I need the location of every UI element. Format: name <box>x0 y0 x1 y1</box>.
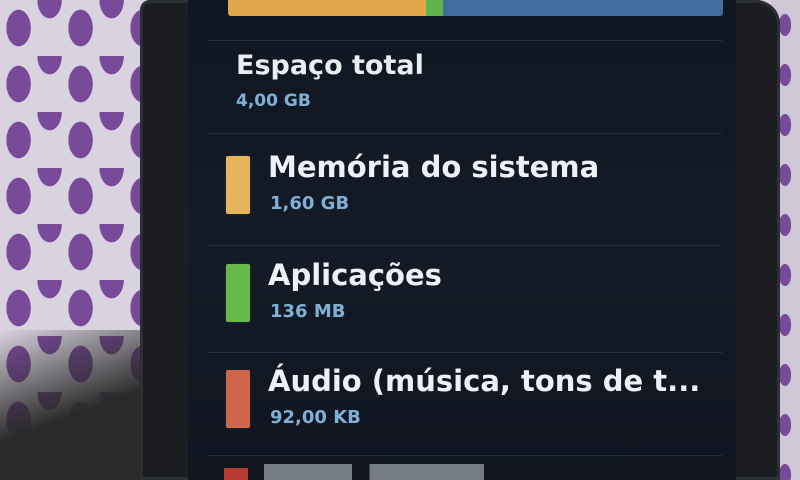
storage-item-value: 92,00 KB <box>270 407 361 428</box>
partial-item-color-swatch <box>224 468 248 480</box>
usage-segment-applications <box>426 0 443 16</box>
storage-item-audio[interactable]: Áudio (música, tons de t... 92,00 KB <box>224 364 724 454</box>
divider <box>208 245 722 246</box>
storage-item-value: 136 MB <box>270 301 346 322</box>
usage-segment-system <box>228 0 426 16</box>
storage-item-system-memory[interactable]: Memória do sistema 1,60 GB <box>224 150 724 240</box>
divider <box>208 455 722 456</box>
dark-corner <box>0 330 150 480</box>
total-space-label: Espaço total <box>236 50 424 81</box>
total-space-value: 4,00 GB <box>236 91 311 111</box>
storage-item-label: Áudio (música, tons de t... <box>268 364 701 398</box>
divider <box>208 352 722 353</box>
storage-item-label: Memória do sistema <box>268 150 600 184</box>
divider <box>208 133 722 134</box>
storage-screen: Espaço total 4,00 GB Memória do sistema … <box>188 0 736 480</box>
storage-item-value: 1,60 GB <box>270 193 350 214</box>
storage-item-label: Aplicações <box>268 258 442 292</box>
usage-segment-free <box>442 0 723 16</box>
storage-item-applications[interactable]: Aplicações 136 MB <box>224 258 724 348</box>
divider <box>208 40 722 41</box>
storage-usage-bar <box>228 0 723 16</box>
audio-color-swatch <box>226 370 250 428</box>
storage-item-partial[interactable] <box>218 462 718 480</box>
applications-color-swatch <box>226 264 250 322</box>
partial-item-label-cut-off <box>264 464 484 480</box>
system-memory-color-swatch <box>226 156 250 214</box>
